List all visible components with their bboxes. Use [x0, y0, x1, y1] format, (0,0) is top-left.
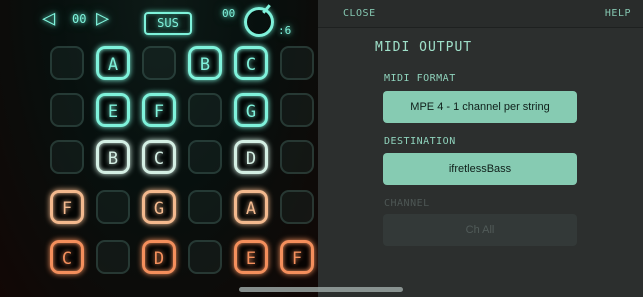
note-pad[interactable]: [188, 190, 222, 224]
note-pad[interactable]: C: [234, 46, 268, 80]
midi-format-label: MIDI FORMAT: [384, 73, 456, 84]
note-pad[interactable]: A: [96, 46, 130, 80]
note-pad[interactable]: B: [96, 140, 130, 174]
note-pad[interactable]: G: [142, 190, 176, 224]
knob-value: :6: [278, 24, 292, 37]
note-pad[interactable]: [50, 140, 84, 174]
note-pad[interactable]: A: [234, 190, 268, 224]
note-pad[interactable]: F: [142, 93, 176, 127]
octave-down-icon[interactable]: ◁: [42, 8, 55, 30]
home-indicator[interactable]: [239, 287, 403, 292]
octave-up-icon[interactable]: ▷: [96, 8, 109, 30]
note-pad[interactable]: [280, 46, 314, 80]
note-pad[interactable]: [50, 93, 84, 127]
note-pad[interactable]: F: [280, 240, 314, 274]
octave-value: 00: [72, 12, 87, 26]
note-pad[interactable]: [280, 93, 314, 127]
note-pad[interactable]: [280, 140, 314, 174]
note-grid-area: ◁ 00 ▷ SUS 00 :6 ABCEFGBCDFGACDEF: [0, 0, 318, 297]
note-pad[interactable]: [188, 93, 222, 127]
note-pad[interactable]: [280, 190, 314, 224]
note-pad[interactable]: D: [234, 140, 268, 174]
knob-pointer: [262, 4, 271, 14]
note-pad[interactable]: E: [96, 93, 130, 127]
note-pad[interactable]: [96, 240, 130, 274]
channel-label: CHANNEL: [384, 198, 430, 209]
grid-toolbar: ◁ 00 ▷ SUS 00 :6: [0, 0, 318, 42]
note-pad[interactable]: C: [142, 140, 176, 174]
close-button[interactable]: CLOSE: [343, 8, 376, 20]
destination-label: DESTINATION: [384, 136, 456, 147]
note-pad[interactable]: B: [188, 46, 222, 80]
destination-select[interactable]: ifretlessBass: [383, 153, 577, 185]
note-pad[interactable]: C: [50, 240, 84, 274]
note-pad[interactable]: G: [234, 93, 268, 127]
note-pad[interactable]: [142, 46, 176, 80]
midi-format-select[interactable]: MPE 4 - 1 channel per string: [383, 91, 577, 123]
note-pad[interactable]: [96, 190, 130, 224]
note-pad[interactable]: F: [50, 190, 84, 224]
note-pad[interactable]: [188, 240, 222, 274]
rotary-knob-icon[interactable]: [244, 4, 274, 37]
sustain-button[interactable]: SUS: [144, 12, 192, 35]
note-pad[interactable]: [50, 46, 84, 80]
note-pad[interactable]: D: [142, 240, 176, 274]
panel-header: CLOSE HELP: [318, 0, 643, 28]
velocity-value: 00: [222, 7, 236, 20]
app-screen: ◁ 00 ▷ SUS 00 :6 ABCEFGBCDFGACDEF CLOSE …: [0, 0, 643, 297]
settings-panel: CLOSE HELP MIDI OUTPUT MIDI FORMAT MPE 4…: [318, 0, 643, 297]
panel-title: MIDI OUTPUT: [375, 40, 473, 55]
help-button[interactable]: HELP: [605, 8, 631, 20]
note-pad[interactable]: [188, 140, 222, 174]
channel-select: Ch All: [383, 214, 577, 246]
note-pad[interactable]: E: [234, 240, 268, 274]
